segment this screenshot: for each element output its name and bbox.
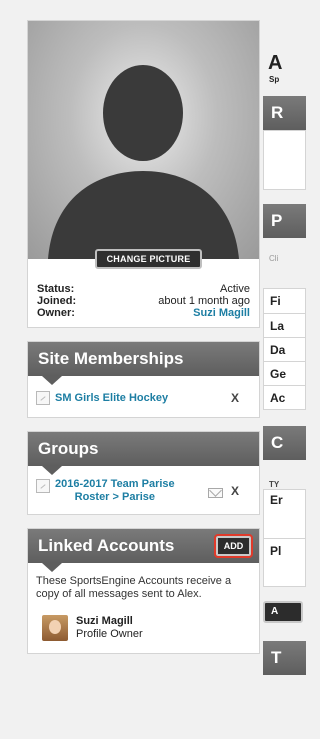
remove-group-button[interactable]: X [231, 484, 239, 498]
owner-link[interactable]: Suzi Magill [193, 307, 250, 319]
linked-accounts-header: Linked Accounts ADD [28, 529, 259, 572]
membership-link[interactable]: SM Girls Elite Hockey [55, 392, 168, 404]
field-row[interactable]: Fi [264, 289, 305, 313]
add-button[interactable]: A [263, 601, 303, 623]
joined-label: Joined: [37, 295, 77, 307]
owner-label: Owner: [37, 307, 75, 319]
left-sidebar: CHANGE PICTURE Status: Active Joined: ab… [27, 20, 260, 654]
status-label: Status: [37, 283, 75, 295]
owner-row: Owner: Suzi Magill [37, 307, 250, 319]
membership-item: SM Girls Elite Hockey X [36, 391, 251, 405]
linked-account-item: Suzi Magill Profile Owner [36, 615, 251, 641]
profile-photo[interactable] [28, 21, 259, 259]
field-row[interactable]: Da [264, 337, 305, 361]
linked-account-name: Suzi Magill [76, 615, 133, 627]
section-header-t: T [263, 641, 306, 675]
remove-membership-button[interactable]: X [231, 391, 239, 405]
groups-panel: Groups 2016-2017 Team Parise Roster > Pa… [27, 431, 260, 515]
avatar [42, 615, 68, 641]
contact-table: Er Pl [263, 489, 306, 587]
contact-row[interactable]: Er [264, 490, 305, 538]
section-header-p: P [263, 204, 306, 238]
page-subtitle: Sp [269, 75, 280, 84]
mail-icon[interactable] [207, 488, 223, 498]
group-icon [36, 479, 50, 493]
page-title: A [268, 52, 283, 74]
field-row[interactable]: La [264, 313, 305, 337]
linked-account-role: Profile Owner [76, 628, 143, 640]
groups-title: Groups [28, 432, 259, 475]
section-r-body [263, 130, 306, 190]
profile-card: CHANGE PICTURE Status: Active Joined: ab… [27, 20, 260, 328]
field-row[interactable]: Ge [264, 361, 305, 385]
group-item: 2016-2017 Team Parise Roster > Parise X [36, 478, 251, 504]
site-memberships-title: Site Memberships [28, 342, 259, 385]
site-icon [36, 391, 50, 405]
status-value: Active [220, 283, 250, 295]
group-link-line1: 2016-2017 Team Parise [55, 478, 175, 490]
section-p-hint: Cli [269, 254, 279, 263]
linked-accounts-panel: Linked Accounts ADD These SportsEngine A… [27, 528, 260, 654]
profile-fields-table: Fi La Da Ge Ac [263, 288, 306, 410]
section-header-c: C [263, 426, 306, 460]
field-row[interactable]: Ac [264, 385, 305, 409]
default-avatar-icon [48, 65, 239, 259]
linked-accounts-title: Linked Accounts [38, 536, 175, 555]
main-content-clipped: A Sp R P Cli Fi La Da Ge Ac C TY Er Pl A… [263, 20, 306, 739]
add-linked-account-button[interactable]: ADD [214, 534, 253, 558]
group-link-line2: Roster > Parise [74, 491, 156, 503]
joined-value: about 1 month ago [158, 295, 250, 307]
joined-row: Joined: about 1 month ago [37, 295, 250, 307]
profile-meta: Status: Active Joined: about 1 month ago… [28, 259, 259, 327]
linked-accounts-description: These SportsEngine Accounts receive a co… [36, 575, 232, 600]
contact-row[interactable]: Pl [264, 538, 305, 586]
section-header-r: R [263, 96, 306, 130]
type-column-label: TY [269, 480, 280, 489]
group-link[interactable]: 2016-2017 Team Parise Roster > Parise [55, 478, 175, 504]
change-picture-button[interactable]: CHANGE PICTURE [95, 249, 202, 269]
status-row: Status: Active [37, 283, 250, 295]
site-memberships-panel: Site Memberships SM Girls Elite Hockey X [27, 341, 260, 418]
